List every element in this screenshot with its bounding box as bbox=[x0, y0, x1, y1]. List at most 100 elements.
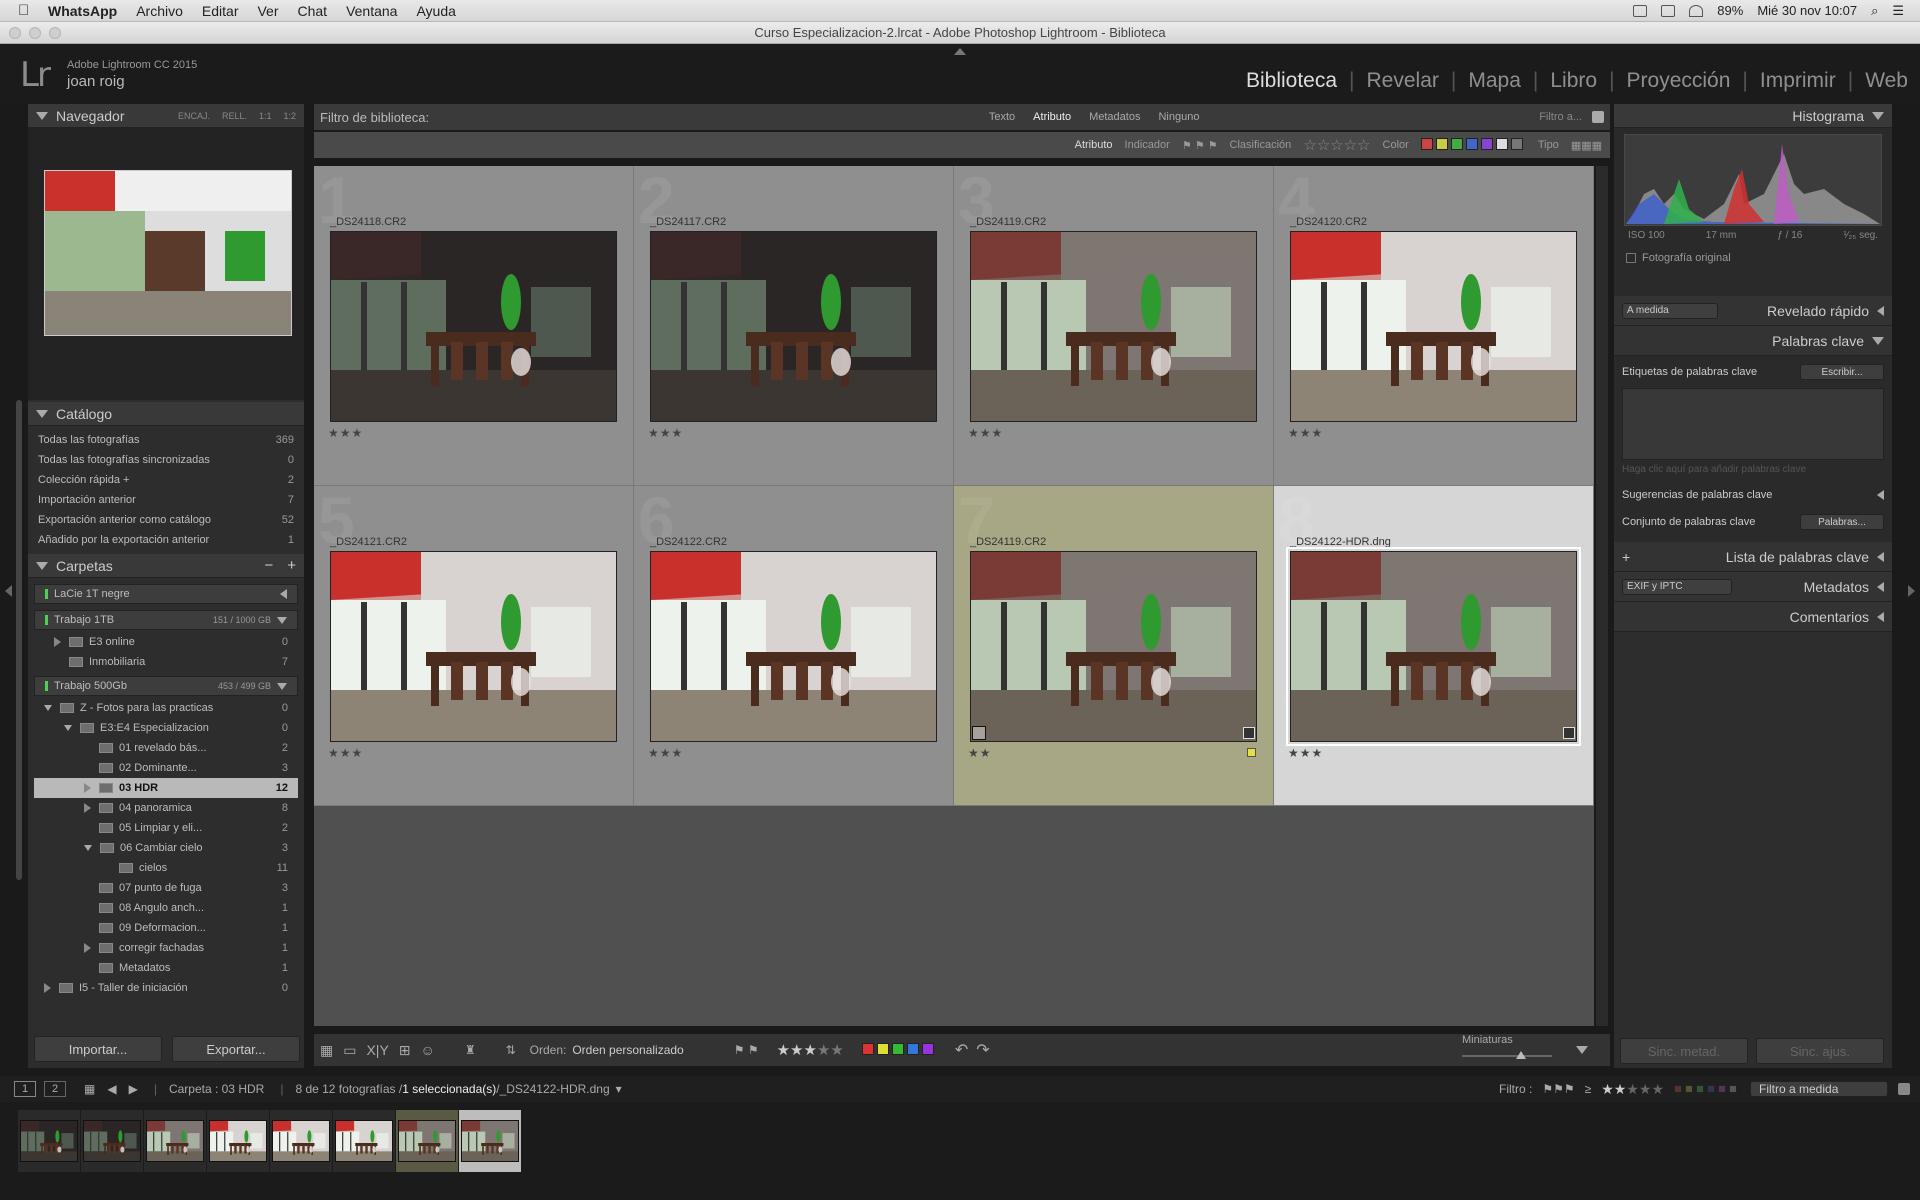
menu-chat[interactable]: Chat bbox=[298, 3, 328, 19]
menu-editar[interactable]: Editar bbox=[202, 3, 239, 19]
expand-icon[interactable] bbox=[54, 637, 61, 647]
flag-filter-icon[interactable]: ⚑⚑⚑ bbox=[1542, 1082, 1574, 1096]
rotate-right-icon[interactable]: ↷ bbox=[976, 1040, 989, 1060]
rating-filter-stars[interactable]: ☆☆☆☆☆ bbox=[1303, 136, 1370, 154]
module-web[interactable]: Web bbox=[1853, 69, 1920, 93]
export-button[interactable]: Exportar... bbox=[172, 1036, 300, 1062]
photo-rating[interactable]: ★★★ bbox=[648, 426, 683, 440]
catalog-header[interactable]: Catálogo bbox=[28, 402, 304, 426]
catalog-item[interactable]: Importación anterior 7 bbox=[28, 490, 304, 510]
collapse-icon[interactable] bbox=[36, 409, 48, 418]
expand-icon[interactable] bbox=[44, 983, 51, 993]
filmstrip-thumbnail[interactable] bbox=[459, 1110, 521, 1172]
folder-item[interactable]: I5 - Taller de iniciación 0 bbox=[34, 978, 298, 998]
top-panel-toggle-icon[interactable] bbox=[954, 48, 966, 55]
zoom-fit[interactable]: ENCAJ. bbox=[178, 111, 210, 121]
folder-item[interactable]: corregir fachadas 1 bbox=[34, 938, 298, 958]
add-folder-icon[interactable]: + bbox=[287, 557, 296, 574]
module-libro[interactable]: Libro bbox=[1538, 69, 1609, 93]
wifi-icon[interactable] bbox=[1689, 4, 1704, 17]
photo-rating[interactable]: ★★★ bbox=[1288, 426, 1323, 440]
filmstrip-thumbnail[interactable] bbox=[81, 1110, 143, 1172]
filter-tab-ninguno[interactable]: Ninguno bbox=[1158, 111, 1199, 123]
histogram-graph[interactable] bbox=[1624, 134, 1882, 226]
dropbox-icon[interactable] bbox=[1661, 4, 1676, 17]
compare-view-icon[interactable]: X|Y bbox=[366, 1042, 388, 1059]
original-photo-toggle[interactable]: Fotografía original bbox=[1626, 252, 1731, 264]
filmstrip-thumbnail[interactable] bbox=[270, 1110, 332, 1172]
photo-thumbnail[interactable] bbox=[970, 551, 1257, 742]
rotate-left-icon[interactable]: ↶ bbox=[955, 1040, 968, 1060]
zoom-fill[interactable]: RELL. bbox=[222, 111, 247, 121]
add-keyword-icon[interactable]: + bbox=[1622, 549, 1630, 565]
photo-rating[interactable]: ★★★ bbox=[328, 746, 363, 760]
folder-item[interactable]: 06 Cambiar cielo 3 bbox=[34, 838, 298, 858]
folder-item[interactable]: Metadatos 1 bbox=[34, 958, 298, 978]
slider-thumb[interactable] bbox=[1516, 1051, 1526, 1059]
clock[interactable]: Mié 30 nov 10:07 bbox=[1757, 3, 1857, 18]
photo-thumbnail[interactable] bbox=[970, 231, 1257, 422]
comments-header[interactable]: Comentarios bbox=[1614, 602, 1892, 632]
menu-archivo[interactable]: Archivo bbox=[136, 3, 183, 19]
folder-item[interactable]: 04 panoramica 8 bbox=[34, 798, 298, 818]
photo-cell[interactable]: 7 _DS24119.CR2 ★★ bbox=[954, 483, 1274, 806]
keywords-header[interactable]: Palabras clave bbox=[1614, 326, 1892, 356]
volume-trabajo-1tb[interactable]: Trabajo 1TB 151 / 1000 GB bbox=[34, 610, 298, 630]
expand-icon[interactable] bbox=[84, 803, 91, 813]
flag-toolbar-icon[interactable]: ⚑ ⚑ bbox=[734, 1043, 759, 1057]
folder-item[interactable]: 08 Angulo anch... 1 bbox=[34, 898, 298, 918]
folder-item[interactable]: E3:E4 Especializacion 0 bbox=[34, 718, 298, 738]
secondary-window-button[interactable]: 2 bbox=[44, 1081, 66, 1097]
folder-item[interactable]: cielos 11 bbox=[34, 858, 298, 878]
expand-icon[interactable] bbox=[64, 725, 72, 731]
menu-app[interactable]: WhatsApp bbox=[48, 3, 117, 19]
photo-rating[interactable]: ★★ bbox=[968, 746, 992, 760]
toolbar-menu-icon[interactable] bbox=[1576, 1046, 1588, 1054]
photo-rating[interactable]: ★★★ bbox=[648, 746, 683, 760]
source-folder[interactable]: Carpeta : 03 HDR bbox=[169, 1082, 264, 1096]
expand-icon[interactable] bbox=[1877, 490, 1884, 500]
type-filter-icon[interactable]: ▦▦▦ bbox=[1571, 139, 1602, 152]
catalog-item[interactable]: Exportación anterior como catálogo 52 bbox=[28, 510, 304, 530]
photo-cell[interactable]: 2 _DS24117.CR2 ★★★ bbox=[634, 163, 954, 486]
lock-icon[interactable] bbox=[1898, 1083, 1910, 1095]
folder-item[interactable]: 09 Deformacion... 1 bbox=[34, 918, 298, 938]
zoom-window-button[interactable] bbox=[49, 27, 61, 39]
module-imprimir[interactable]: Imprimir bbox=[1748, 69, 1848, 93]
folders-header[interactable]: Carpetas − + bbox=[28, 554, 304, 578]
collapse-icon[interactable] bbox=[1872, 111, 1884, 120]
filmstrip-thumbnail[interactable] bbox=[144, 1110, 206, 1172]
import-button[interactable]: Importar... bbox=[34, 1036, 162, 1062]
module-mapa[interactable]: Mapa bbox=[1456, 69, 1533, 93]
menu-ventana[interactable]: Ventana bbox=[346, 3, 397, 19]
navigator-image[interactable] bbox=[44, 170, 292, 336]
catalog-item[interactable]: Colección rápida + 2 bbox=[28, 470, 304, 490]
photo-cell[interactable]: 4 _DS24120.CR2 ★★★ bbox=[1274, 163, 1594, 486]
back-arrow-icon[interactable]: ◀ bbox=[107, 1082, 116, 1096]
catalog-item[interactable]: Todas las fotografías sincronizadas 0 bbox=[28, 450, 304, 470]
collapse-icon[interactable] bbox=[36, 561, 48, 570]
collapse-icon[interactable] bbox=[277, 616, 287, 624]
rating-filter-stars[interactable]: ★★★★★ bbox=[1601, 1081, 1664, 1098]
status-icon[interactable] bbox=[1633, 4, 1648, 17]
collapse-icon[interactable] bbox=[277, 682, 287, 690]
photo-cell[interactable]: 5 _DS24121.CR2 ★★★ bbox=[314, 483, 634, 806]
expand-icon[interactable] bbox=[44, 705, 52, 711]
sort-direction-icon[interactable]: ⇅ bbox=[506, 1043, 516, 1057]
folder-item[interactable]: 03 HDR 12 bbox=[34, 778, 298, 798]
module-biblioteca[interactable]: Biblioteca bbox=[1234, 69, 1349, 93]
metadata-header[interactable]: EXIF y IPTC Metadatos bbox=[1614, 572, 1892, 602]
folder-item[interactable]: 07 punto de fuga 3 bbox=[34, 878, 298, 898]
collapse-icon[interactable] bbox=[1872, 336, 1884, 345]
main-window-button[interactable]: 1 bbox=[14, 1081, 36, 1097]
rating-stars[interactable]: ★★★ bbox=[777, 1041, 817, 1059]
filmstrip-thumbnail[interactable] bbox=[333, 1110, 395, 1172]
catalog-item[interactable]: Añadido por la exportación anterior 1 bbox=[28, 530, 304, 550]
painter-icon[interactable]: ♜ bbox=[465, 1043, 476, 1057]
folder-item[interactable]: 02 Dominante... 3 bbox=[34, 758, 298, 778]
volume-trabajo-500gb[interactable]: Trabajo 500Gb 453 / 499 GB bbox=[34, 676, 298, 696]
grid-scrollbar[interactable] bbox=[1596, 166, 1608, 1026]
grid-icon[interactable]: ▦ bbox=[84, 1082, 95, 1096]
menu-ayuda[interactable]: Ayuda bbox=[416, 3, 455, 19]
photo-cell[interactable]: 1 _DS24118.CR2 ★★★ bbox=[314, 163, 634, 486]
